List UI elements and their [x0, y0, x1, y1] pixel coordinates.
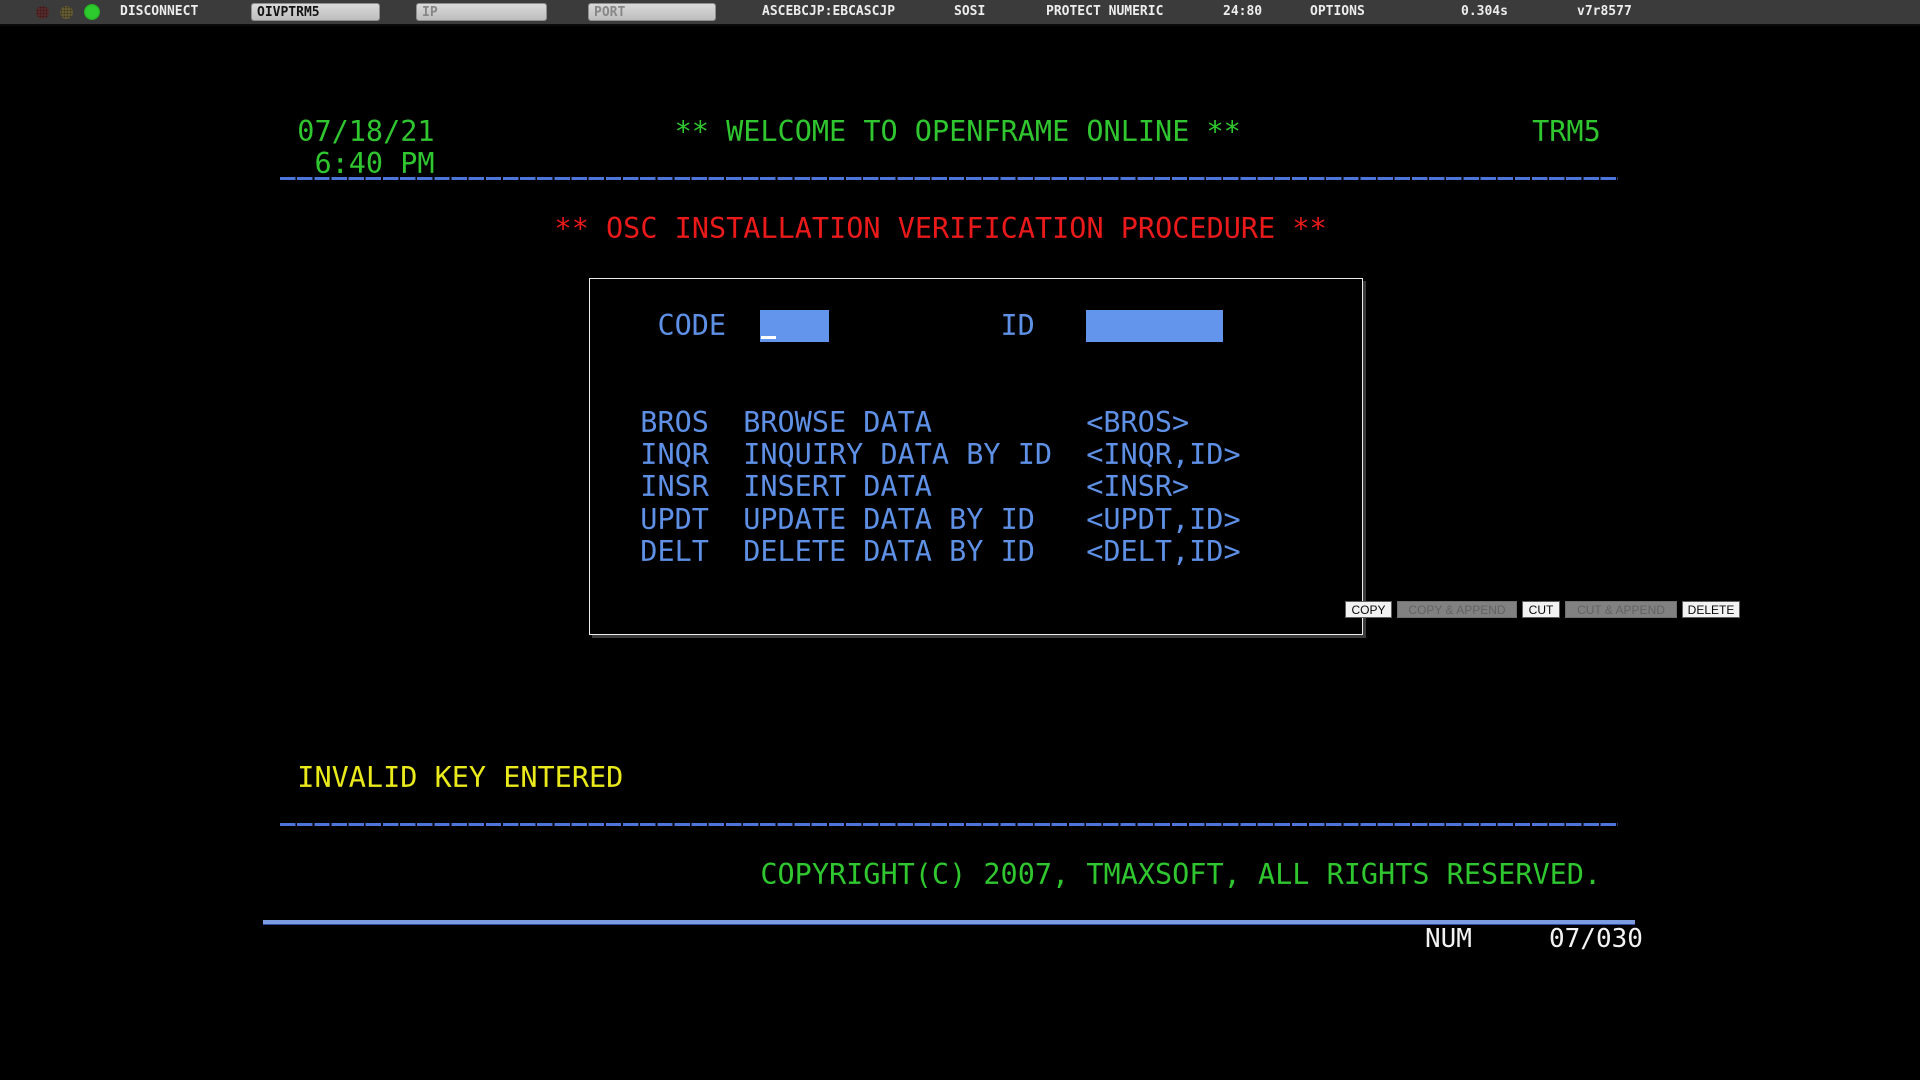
terminal-id: TRM5 — [1532, 116, 1601, 148]
green-led-icon — [84, 4, 100, 20]
id-input-field[interactable] — [1086, 310, 1223, 342]
cut-append-button: CUT & APPEND — [1565, 601, 1677, 618]
copyright-text: COPYRIGHT(C) 2007, TMAXSOFT, ALL RIGHTS … — [760, 859, 1601, 891]
ip-input[interactable] — [416, 3, 547, 21]
protect-numeric-toggle[interactable]: PROTECT NUMERIC — [1046, 4, 1163, 19]
date-text: 07/18/21 — [297, 116, 434, 148]
clipboard-context-menu: COPY COPY & APPEND CUT CUT & APPEND DELETE — [1345, 601, 1740, 618]
num-lock-indicator: NUM — [1425, 923, 1472, 956]
delete-button[interactable]: DELETE — [1682, 601, 1740, 618]
screen-title: ** OSC INSTALLATION VERIFICATION PROCEDU… — [555, 213, 1327, 245]
yellow-led-icon — [60, 6, 73, 19]
options-button[interactable]: OPTIONS — [1310, 4, 1365, 19]
menu-code-bros: BROS — [640, 407, 709, 439]
menu-desc-updt: UPDATE DATA BY ID — [743, 504, 1035, 536]
menu-code-insr: INSR — [640, 471, 709, 503]
cursor-position-indicator: 07/030 — [1549, 923, 1643, 956]
sosi-toggle[interactable]: SOSI — [954, 4, 985, 19]
header-separator-line — [280, 177, 1618, 180]
message-separator-line — [280, 823, 1618, 826]
code-input-field[interactable] — [760, 310, 829, 342]
time-text: 6:40 PM — [314, 148, 434, 180]
menu-desc-inqr: INQUIRY DATA BY ID — [743, 439, 1052, 471]
id-field-label: ID — [1000, 310, 1034, 342]
menu-code-inqr: INQR — [640, 439, 709, 471]
disconnect-button[interactable]: DISCONNECT — [120, 4, 198, 19]
menu-syntax-updt: <UPDT,ID> — [1086, 504, 1240, 536]
copy-append-button: COPY & APPEND — [1397, 601, 1517, 618]
menu-code-updt: UPDT — [640, 504, 709, 536]
menu-desc-delt: DELETE DATA BY ID — [743, 536, 1035, 568]
version-label: v7r8577 — [1577, 4, 1632, 19]
terminal-screen[interactable]: 07/18/21 ** WELCOME TO OPENFRAME ONLINE *… — [0, 0, 1920, 1080]
menu-syntax-insr: <INSR> — [1086, 471, 1189, 503]
encoding-label: ASCEBCJP:EBCASCJP — [762, 4, 895, 19]
menu-desc-bros: BROWSE DATA — [743, 407, 932, 439]
cut-button[interactable]: CUT — [1522, 601, 1560, 618]
elapsed-time-label: 0.304s — [1461, 4, 1508, 19]
menu-syntax-bros: <BROS> — [1086, 407, 1189, 439]
text-cursor — [761, 336, 776, 339]
screen-size-label: 24:80 — [1223, 4, 1262, 19]
menu-desc-insr: INSERT DATA — [743, 471, 932, 503]
copy-button[interactable]: COPY — [1345, 601, 1392, 618]
terminal-name-input[interactable] — [251, 3, 380, 21]
menu-code-delt: DELT — [640, 536, 709, 568]
emulator-toolbar: DISCONNECT ASCEBCJP:EBCASCJP SOSI PROTEC… — [0, 0, 1920, 26]
red-led-icon — [36, 6, 49, 19]
status-message: INVALID KEY ENTERED — [297, 762, 623, 794]
code-field-label: CODE — [657, 310, 726, 342]
welcome-banner: ** WELCOME TO OPENFRAME ONLINE ** — [675, 116, 1241, 148]
menu-syntax-inqr: <INQR,ID> — [1086, 439, 1240, 471]
menu-syntax-delt: <DELT,ID> — [1086, 536, 1240, 568]
port-input[interactable] — [588, 3, 716, 21]
